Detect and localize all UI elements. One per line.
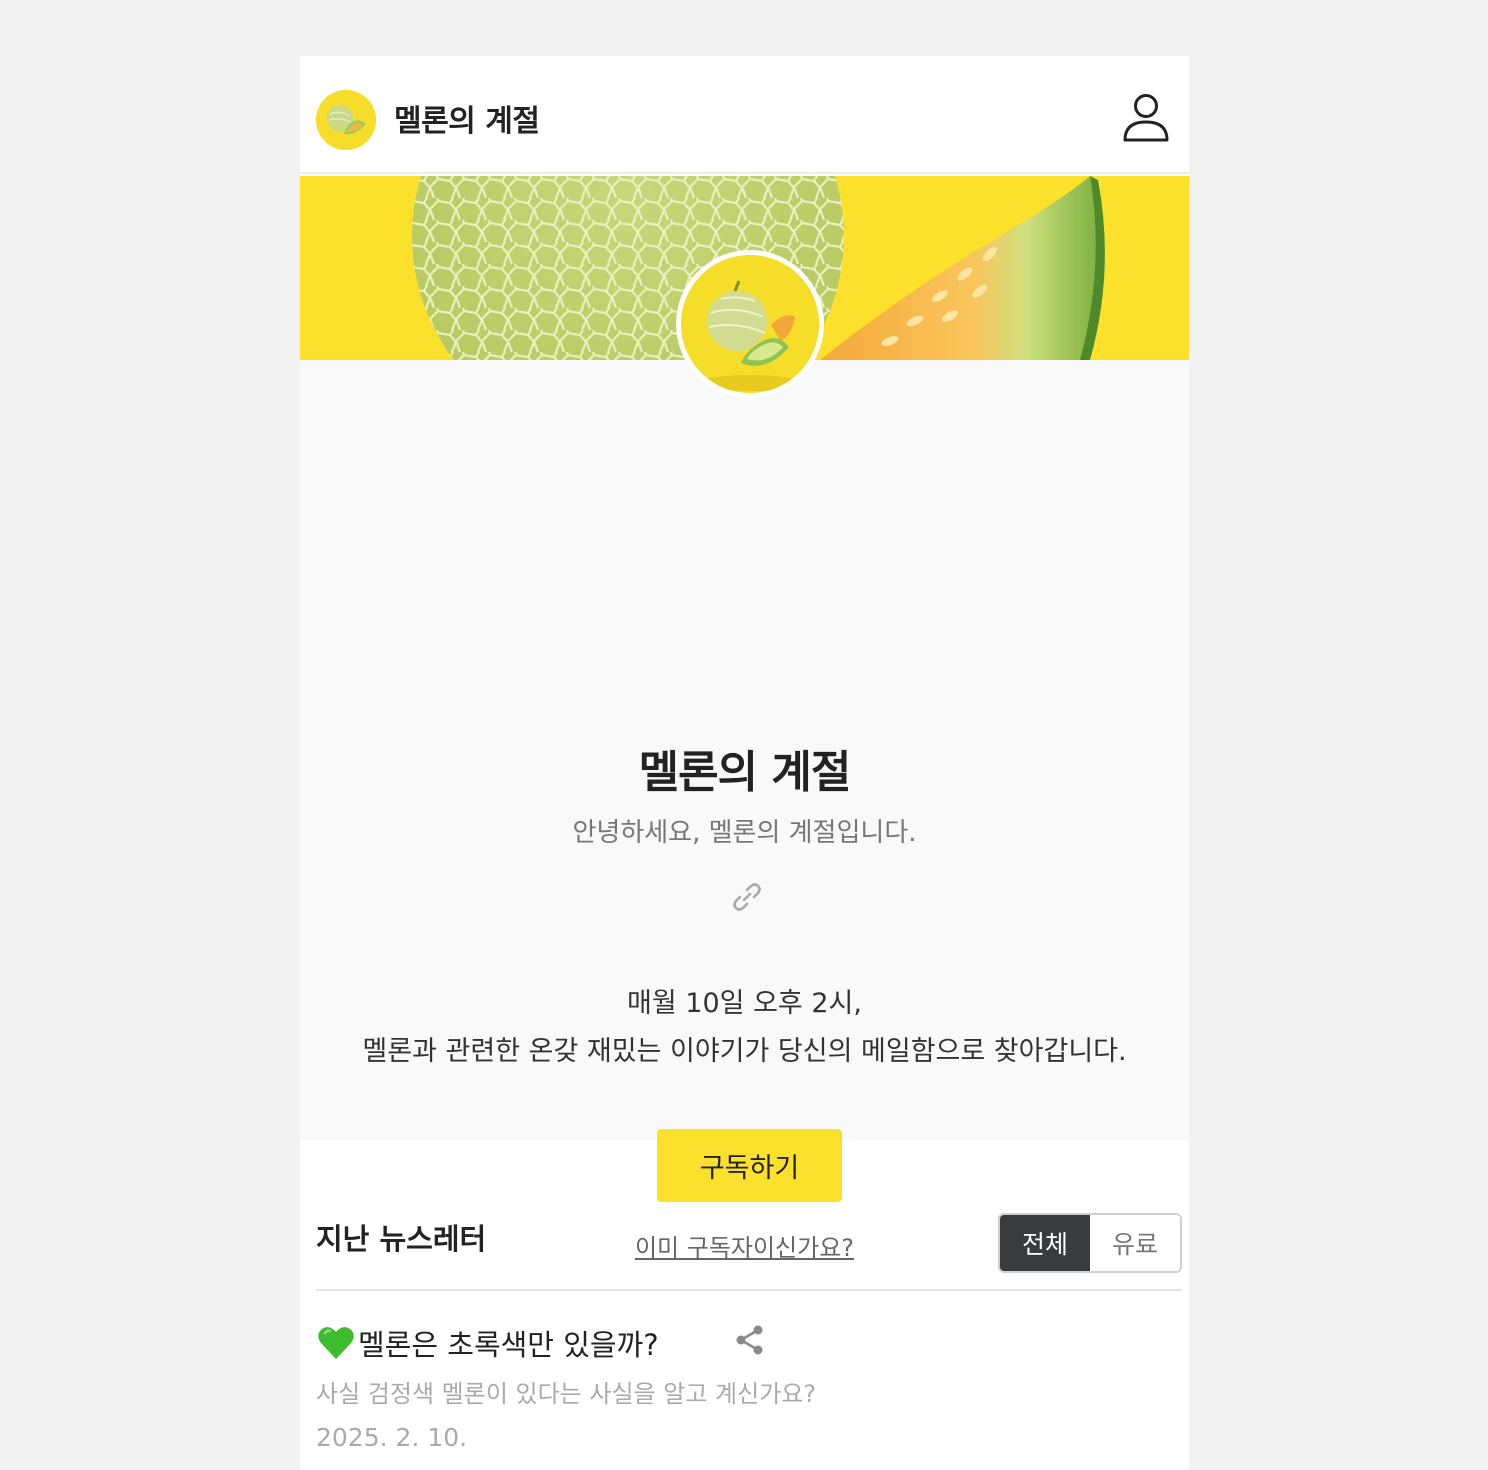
description-line-1: 매월 10일 오후 2시,: [627, 988, 862, 1019]
newsletter-page: 멜론의 계절 멜론의 계절 안녕하세요, 멜론의 계절입니다. 매월 10일 오…: [300, 56, 1189, 1470]
post-title: 멜론은 초록색만 있을까?: [358, 1328, 659, 1362]
description-line-2: 멜론과 관련한 온갖 재밌는 이야기가 당신의 메일함으로 찾아갑니다.: [362, 1036, 1127, 1067]
post-list-item[interactable]: 멜론은 초록색만 있을까? 사실 검정색 멜론이 있다는 사실을 알고 계신가요…: [316, 1318, 1182, 1452]
filter-paid-button[interactable]: 유료: [1090, 1215, 1180, 1271]
post-date: 2025. 2. 10.: [316, 1423, 468, 1452]
post-filter-toggle: 전체 유료: [998, 1213, 1182, 1273]
filter-all-button[interactable]: 전체: [1000, 1215, 1090, 1271]
archive-section-title: 지난 뉴스레터: [316, 1222, 487, 1256]
logo-melon-image[interactable]: [316, 90, 376, 150]
top-header: 멜론의 계절: [300, 56, 1189, 174]
profile-avatar: [676, 250, 824, 398]
post-title-row: 멜론은 초록색만 있을까?: [316, 1318, 1182, 1368]
post-summary: 사실 검정색 멜론이 있다는 사실을 알고 계신가요?: [316, 1380, 817, 1408]
profile-section: 멜론의 계절 안녕하세요, 멜론의 계절입니다. 매월 10일 오후 2시, 멜…: [300, 360, 1189, 1370]
header-title: 멜론의 계절: [394, 104, 540, 139]
newsletter-subtitle: 안녕하세요, 멜론의 계절입니다.: [572, 818, 917, 848]
subscribe-button[interactable]: 구독하기: [657, 1129, 842, 1202]
section-divider: [316, 1289, 1182, 1291]
link-icon[interactable]: [730, 880, 764, 914]
green-heart-icon: [318, 1327, 354, 1359]
user-profile-icon[interactable]: [1120, 92, 1172, 146]
newsletter-description: 매월 10일 오후 2시, 멜론과 관련한 온갖 재밌는 이야기가 당신의 메일…: [300, 980, 1189, 1076]
newsletter-title: 멜론의 계절: [638, 747, 852, 798]
